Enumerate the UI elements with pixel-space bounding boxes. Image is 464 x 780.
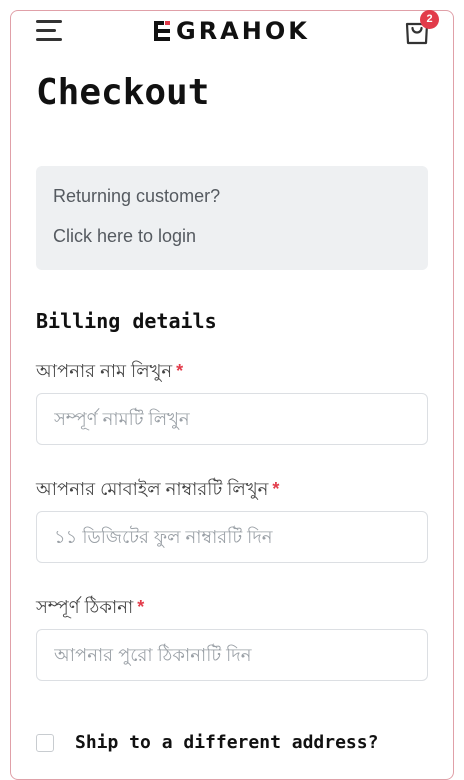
ship-different-address-label: Ship to a different address? — [75, 732, 379, 753]
login-link[interactable]: Click here to login — [53, 226, 411, 246]
logo-mark-icon — [154, 21, 172, 41]
required-marker: * — [272, 479, 280, 499]
address-field-label-text: সম্পূর্ণ ঠিকানা — [36, 597, 134, 617]
billing-details-heading: Billing details — [36, 309, 217, 333]
ship-different-address-checkbox[interactable] — [36, 733, 54, 752]
name-field-label-text: আপনার নাম লিখুন — [36, 361, 173, 381]
ship-different-address-option[interactable]: Ship to a different address? — [36, 732, 378, 753]
mobile-field-label-text: আপনার মোবাইল নাম্বারটি লিখুন — [36, 479, 269, 499]
mobile-number-input[interactable] — [36, 511, 428, 563]
address-input[interactable] — [36, 629, 428, 681]
returning-customer-prompt: Returning customer? — [53, 186, 221, 206]
site-header: GRAHOK 2 — [0, 0, 464, 60]
page-title: Checkout — [36, 72, 210, 113]
full-name-input[interactable] — [36, 393, 428, 445]
name-field-label: আপনার নাম লিখুন * — [36, 357, 183, 388]
address-field-label: সম্পূর্ণ ঠিকানা * — [36, 593, 144, 624]
hamburger-menu-icon[interactable] — [36, 20, 62, 42]
cart-count-badge: 2 — [420, 10, 439, 29]
site-logo[interactable]: GRAHOK — [154, 16, 310, 46]
returning-customer-notice: Returning customer? Click here to login — [36, 166, 428, 270]
required-marker: * — [137, 597, 145, 617]
required-marker: * — [176, 361, 184, 381]
mobile-field-label: আপনার মোবাইল নাম্বারটি লিখুন * — [36, 475, 279, 506]
logo-text: GRAHOK — [176, 17, 310, 45]
